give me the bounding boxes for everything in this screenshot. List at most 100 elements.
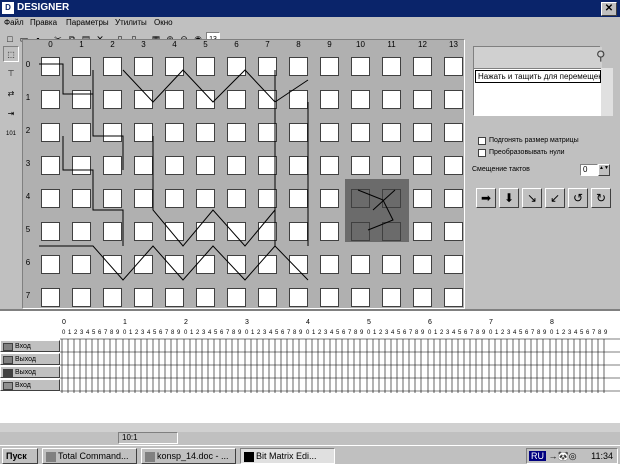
close-button[interactable]: ✕ [601, 2, 617, 16]
select-tool-icon[interactable]: ⬚ [3, 46, 19, 62]
rotate-right-icon[interactable]: ↻ [591, 188, 611, 208]
arrow-down-icon[interactable]: ⬇ [499, 188, 519, 208]
minor-tick-label: 9 [604, 330, 608, 336]
signal-row[interactable]: Вход [0, 340, 60, 352]
minor-tick-label: 2 [135, 330, 139, 336]
preview-scrollbar[interactable] [601, 68, 613, 116]
minor-tick-label: 0 [62, 330, 66, 336]
total-commander-icon [46, 451, 56, 462]
signal-row[interactable]: Выход [0, 366, 60, 378]
lang-indicator[interactable]: RU [529, 451, 546, 461]
minor-tick-label: 5 [92, 330, 96, 336]
menu-window[interactable]: Окно [154, 18, 173, 27]
minor-tick-label: 0 [306, 330, 310, 336]
major-tick-label: 0 [62, 319, 66, 326]
arrow-right-icon[interactable]: ➡ [476, 188, 496, 208]
signal-swatch [3, 369, 13, 377]
task-label: konsp_14.doc - ... [157, 451, 229, 461]
shift-spinner[interactable]: ▲▼ [598, 164, 610, 176]
magnifier-icon[interactable]: ⚲ [596, 48, 612, 64]
minor-tick-label: 2 [501, 330, 505, 336]
menu-file[interactable]: Файл [4, 18, 24, 27]
minor-tick-label: 9 [482, 330, 486, 336]
minor-tick-label: 9 [360, 330, 364, 336]
minor-tick-label: 6 [98, 330, 102, 336]
minor-tick-label: 9 [543, 330, 547, 336]
minor-tick-label: 0 [489, 330, 493, 336]
start-button[interactable]: Пуск [2, 448, 38, 464]
minor-tick-label: 1 [312, 330, 316, 336]
timing-grid: 0012345678910123456789201234567893012345… [60, 317, 620, 401]
signal-row[interactable]: Выход [0, 353, 60, 365]
minor-tick-label: 8 [598, 330, 602, 336]
signal-swatch [3, 356, 13, 364]
minor-tick-label: 1 [129, 330, 133, 336]
minor-tick-label: 7 [287, 330, 291, 336]
minor-tick-label: 5 [580, 330, 584, 336]
minor-tick-label: 1 [434, 330, 438, 336]
timing-diagram[interactable]: 0012345678910123456789201234567893012345… [0, 309, 620, 431]
minor-tick-label: 3 [141, 330, 145, 336]
minor-tick-label: 6 [159, 330, 163, 336]
arrow-diag-up-icon[interactable]: ↙ [545, 188, 565, 208]
minor-tick-label: 6 [403, 330, 407, 336]
pin-tool-icon[interactable]: ⊤ [3, 66, 19, 82]
tray-icons: →🐼◎ [548, 451, 577, 461]
minor-tick-label: 6 [220, 330, 224, 336]
minor-tick-label: 4 [513, 330, 517, 336]
system-tray: RU →🐼◎ 11:34 [526, 448, 618, 464]
arrow-diag-down-icon[interactable]: ↘ [522, 188, 542, 208]
major-tick-label: 8 [550, 319, 554, 326]
menu-edit[interactable]: Правка [30, 18, 57, 27]
minor-tick-label: 8 [232, 330, 236, 336]
minor-tick-label: 2 [562, 330, 566, 336]
minor-tick-label: 7 [226, 330, 230, 336]
matrix-editor[interactable]: 0 1 2 3 4 5 6 7 8 9 10 11 12 13 01234567 [22, 39, 465, 309]
minor-tick-label: 3 [80, 330, 84, 336]
title-bar: D DESIGNER ✕ [0, 0, 620, 17]
minor-tick-label: 9 [177, 330, 181, 336]
menu-utils[interactable]: Утилиты [115, 18, 147, 27]
minor-tick-label: 9 [238, 330, 242, 336]
shift-input[interactable]: 0 [580, 164, 598, 176]
clock: 11:34 [591, 451, 613, 461]
minor-tick-label: 7 [104, 330, 108, 336]
minor-tick-label: 5 [153, 330, 157, 336]
menu-bar: Файл Правка Параметры Утилиты Окно [0, 17, 620, 31]
connect-tool-icon[interactable]: ⇥ [3, 106, 19, 122]
major-tick-label: 4 [306, 319, 310, 326]
fit-matrix-checkbox[interactable] [478, 137, 486, 145]
preview-area[interactable]: Нажать и тащить для перемещения [473, 46, 602, 116]
rotate-left-icon[interactable]: ↺ [568, 188, 588, 208]
major-tick-label: 6 [428, 319, 432, 326]
minor-tick-label: 4 [330, 330, 334, 336]
new-icon[interactable]: □ [3, 32, 17, 46]
fit-matrix-label: Подгонять размер матрицы [489, 137, 579, 144]
move-tool-icon[interactable]: ⇄ [3, 86, 19, 102]
task-label: Bit Matrix Edi... [256, 451, 317, 461]
signal-name: Вход [15, 343, 31, 350]
minor-tick-label: 8 [354, 330, 358, 336]
minor-tick-label: 5 [458, 330, 462, 336]
minor-tick-label: 1 [68, 330, 72, 336]
bits-tool-icon[interactable]: 101 [3, 126, 19, 142]
minor-tick-label: 8 [110, 330, 114, 336]
minor-tick-label: 0 [245, 330, 249, 336]
task-konsp-doc[interactable]: konsp_14.doc - ... [141, 448, 236, 464]
signal-name: Вход [15, 382, 31, 389]
signal-name: Выход [15, 356, 36, 363]
task-total-commander[interactable]: Total Command... [42, 448, 137, 464]
minor-tick-label: 0 [184, 330, 188, 336]
connection-lines [39, 63, 396, 281]
minor-tick-label: 8 [293, 330, 297, 336]
convert-zeros-checkbox[interactable] [478, 149, 486, 157]
task-bit-matrix[interactable]: Bit Matrix Edi... [240, 448, 335, 464]
minor-tick-label: 8 [476, 330, 480, 336]
minor-tick-label: 2 [74, 330, 78, 336]
menu-params[interactable]: Параметры [66, 18, 109, 27]
signal-name: Выход [15, 369, 36, 376]
major-tick-label: 5 [367, 319, 371, 326]
signal-row[interactable]: Вход [0, 379, 60, 391]
taskbar: Пуск Total Command... konsp_14.doc - ...… [0, 445, 620, 464]
minor-tick-label: 5 [336, 330, 340, 336]
